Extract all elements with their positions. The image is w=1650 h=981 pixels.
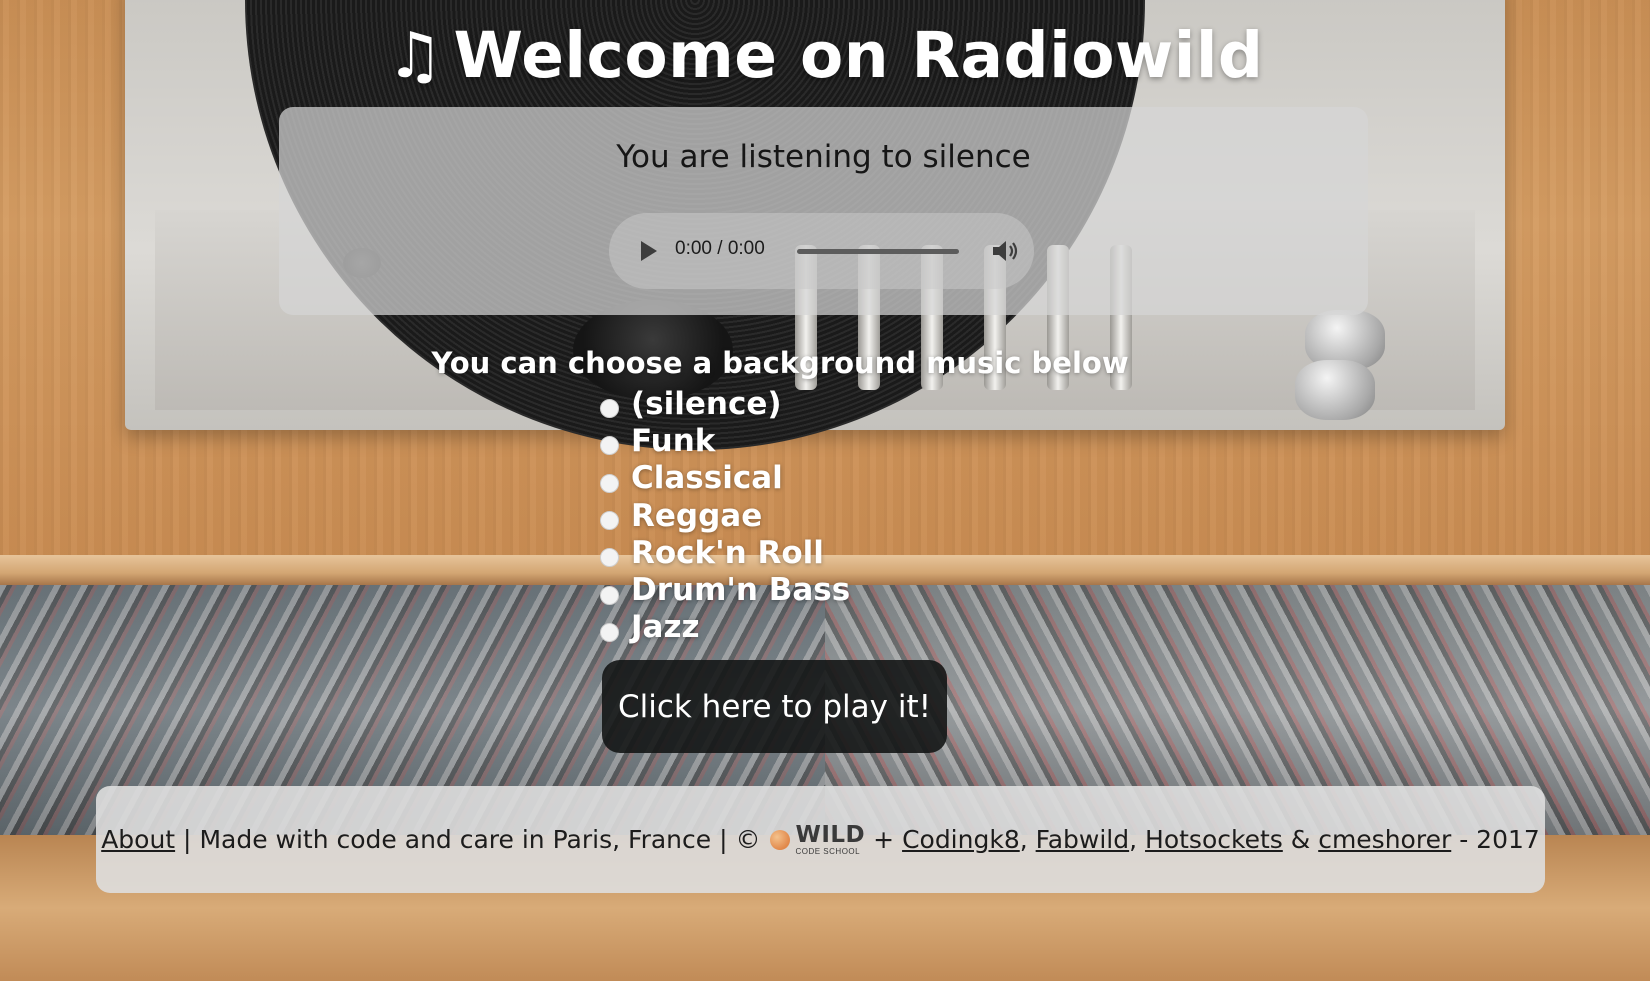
radio-button[interactable] — [600, 511, 619, 531]
music-option-funk[interactable]: Funk — [600, 422, 850, 459]
radio-button[interactable] — [600, 548, 619, 568]
author-link-fabwild[interactable]: Fabwild — [1036, 825, 1129, 854]
music-option-silence[interactable]: (silence) — [600, 385, 850, 422]
player-panel: You are listening to silence 0:00 / 0:00 — [279, 107, 1368, 315]
volume-icon[interactable] — [991, 237, 1021, 265]
footer: About | Made with code and care in Paris… — [96, 786, 1545, 893]
footer-year: - 2017 — [1459, 825, 1540, 854]
music-options-list: (silence) Funk Classical Reggae Rock'n R… — [600, 385, 850, 646]
now-playing-text: You are listening to silence — [616, 139, 1031, 175]
music-option-rocknroll[interactable]: Rock'n Roll — [600, 534, 850, 571]
play-button[interactable]: Click here to play it! — [602, 660, 947, 753]
option-label: Jazz — [631, 609, 700, 646]
footer-plus: + — [873, 825, 895, 854]
music-option-classical[interactable]: Classical — [600, 460, 850, 497]
footer-separator: | — [711, 825, 736, 854]
music-option-jazz[interactable]: Jazz — [600, 609, 850, 646]
author-link-cmeshorer[interactable]: cmeshorer — [1318, 825, 1451, 854]
wild-logo-sub: CODE SCHOOL — [795, 846, 861, 856]
radio-button[interactable] — [600, 622, 619, 642]
music-option-drumnbass[interactable]: Drum'n Bass — [600, 571, 850, 608]
page-title: ♫ Welcome on Radiowild — [0, 14, 1650, 98]
author-link-codingk8[interactable]: Codingk8 — [902, 825, 1020, 854]
footer-ampersand: & — [1290, 825, 1311, 854]
option-label: Rock'n Roll — [631, 534, 824, 571]
wild-logo-main: WILD — [795, 821, 866, 848]
copyright-symbol: © — [735, 825, 761, 854]
radio-button[interactable] — [600, 585, 619, 605]
music-choice-heading: You can choose a background music below — [431, 346, 1129, 380]
wild-logo-icon — [770, 829, 791, 850]
footer-made-with: Made with code and care in Paris, France — [199, 825, 712, 854]
music-note-icon: ♫ — [386, 19, 444, 92]
comma: , — [1019, 825, 1036, 854]
music-option-reggae[interactable]: Reggae — [600, 497, 850, 534]
play-icon[interactable] — [641, 241, 657, 261]
comma: , — [1129, 825, 1146, 854]
option-label: (silence) — [631, 385, 782, 422]
radio-button[interactable] — [600, 436, 619, 456]
about-link[interactable]: About — [101, 825, 175, 854]
wild-code-school-logo: WILD CODE SCHOOL — [770, 821, 866, 856]
author-link-hotsockets[interactable]: Hotsockets — [1145, 825, 1283, 854]
option-label: Classical — [631, 460, 783, 497]
audio-progress-bar[interactable] — [797, 249, 959, 254]
audio-time: 0:00 / 0:00 — [675, 238, 765, 259]
footer-separator: | — [175, 825, 200, 854]
audio-player: 0:00 / 0:00 — [609, 213, 1034, 289]
radio-button[interactable] — [600, 399, 619, 419]
radio-button[interactable] — [600, 473, 619, 493]
page-title-text: Welcome on Radiowild — [453, 19, 1264, 92]
option-label: Funk — [631, 422, 716, 459]
option-label: Reggae — [631, 497, 763, 534]
option-label: Drum'n Bass — [631, 572, 851, 609]
